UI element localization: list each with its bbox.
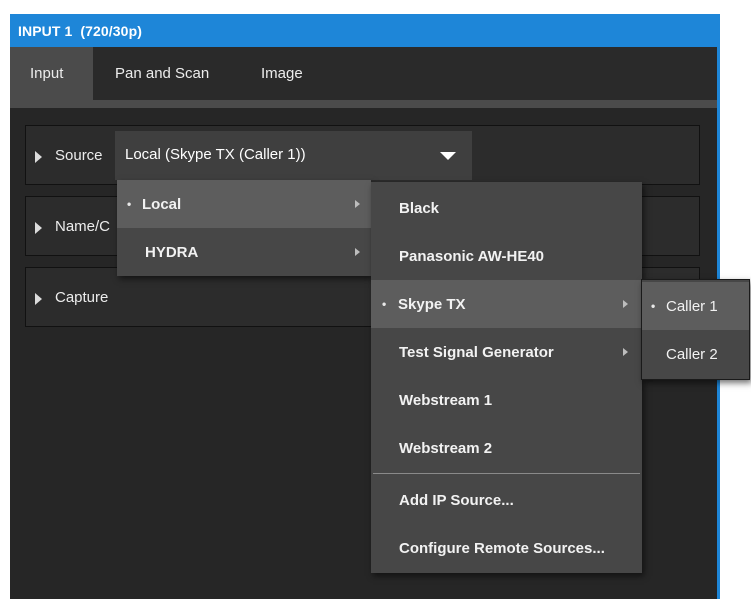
menu-item-hydra-label: HYDRA	[145, 243, 199, 261]
menu-item-hydra[interactable]: HYDRA	[117, 228, 371, 276]
source-label: Source	[55, 147, 103, 164]
tab-input[interactable]: Input	[10, 47, 93, 100]
menu-item-configure-remote-sources[interactable]: Configure Remote Sources...	[371, 524, 642, 572]
menu-item-add-ip-source-label: Add IP Source...	[399, 491, 514, 509]
tab-input-label: Input	[30, 65, 64, 82]
selected-bullet-icon: •	[651, 299, 656, 313]
menu-item-test-signal-label: Test Signal Generator	[399, 343, 554, 361]
source-category-menu: • Local HYDRA	[117, 180, 371, 276]
menu-separator	[373, 473, 640, 474]
menu-item-local-label: Local	[142, 195, 182, 213]
menu-item-test-signal-generator[interactable]: Test Signal Generator	[371, 328, 642, 376]
dropdown-caret-icon	[440, 152, 456, 160]
menu-item-black[interactable]: Black	[371, 184, 642, 232]
submenu-arrow-icon	[355, 200, 360, 208]
window-title: INPUT 1	[18, 22, 73, 39]
menu-item-skype-tx[interactable]: • Skype TX	[371, 280, 642, 328]
menu-item-local[interactable]: • Local	[117, 180, 371, 228]
menu-item-caller-1-label: Caller 1	[666, 297, 718, 315]
menu-item-panasonic[interactable]: Panasonic AW-HE40	[371, 232, 642, 280]
submenu-arrow-icon	[355, 248, 360, 256]
source-expand-icon[interactable]	[35, 151, 42, 163]
window-titlebar: INPUT 1 (720/30p)	[10, 14, 717, 47]
capture-label: Capture	[55, 289, 109, 306]
skype-tx-callers-menu: • Caller 1 Caller 2	[641, 279, 750, 380]
menu-item-webstream-2[interactable]: Webstream 2	[371, 424, 642, 472]
tab-pan-and-scan-label: Pan and Scan	[115, 65, 210, 82]
menu-item-skype-tx-label: Skype TX	[398, 295, 466, 313]
local-sources-menu: Black Panasonic AW-HE40 • Skype TX Test …	[371, 182, 642, 573]
tab-image-label: Image	[261, 65, 303, 82]
submenu-arrow-icon	[623, 348, 628, 356]
menu-item-webstream-2-label: Webstream 2	[399, 439, 493, 457]
source-dropdown-value: Local (Skype TX (Caller 1))	[125, 146, 306, 163]
selected-bullet-icon: •	[382, 297, 387, 311]
menu-item-caller-2-label: Caller 2	[666, 345, 718, 363]
tab-image[interactable]: Image	[261, 47, 303, 100]
selected-bullet-icon: •	[127, 197, 132, 211]
window-format: (720/30p)	[80, 22, 142, 39]
tab-underline	[10, 100, 717, 108]
menu-item-panasonic-label: Panasonic AW-HE40	[399, 247, 545, 265]
name-label: Name/C	[55, 218, 111, 235]
capture-expand-icon[interactable]	[35, 293, 42, 305]
menu-item-webstream-1[interactable]: Webstream 1	[371, 376, 642, 424]
menu-item-caller-2[interactable]: Caller 2	[642, 330, 749, 378]
menu-item-configure-remote-label: Configure Remote Sources...	[399, 539, 605, 557]
source-dropdown[interactable]: Local (Skype TX (Caller 1))	[115, 131, 472, 180]
menu-item-black-label: Black	[399, 199, 440, 217]
menu-item-caller-1[interactable]: • Caller 1	[642, 282, 749, 330]
menu-item-webstream-1-label: Webstream 1	[399, 391, 493, 409]
tab-pan-and-scan[interactable]: Pan and Scan	[115, 47, 209, 100]
submenu-arrow-icon	[623, 300, 628, 308]
menu-item-add-ip-source[interactable]: Add IP Source...	[371, 476, 642, 524]
tab-bar: Input Pan and Scan Image	[10, 47, 717, 100]
name-expand-icon[interactable]	[35, 222, 42, 234]
